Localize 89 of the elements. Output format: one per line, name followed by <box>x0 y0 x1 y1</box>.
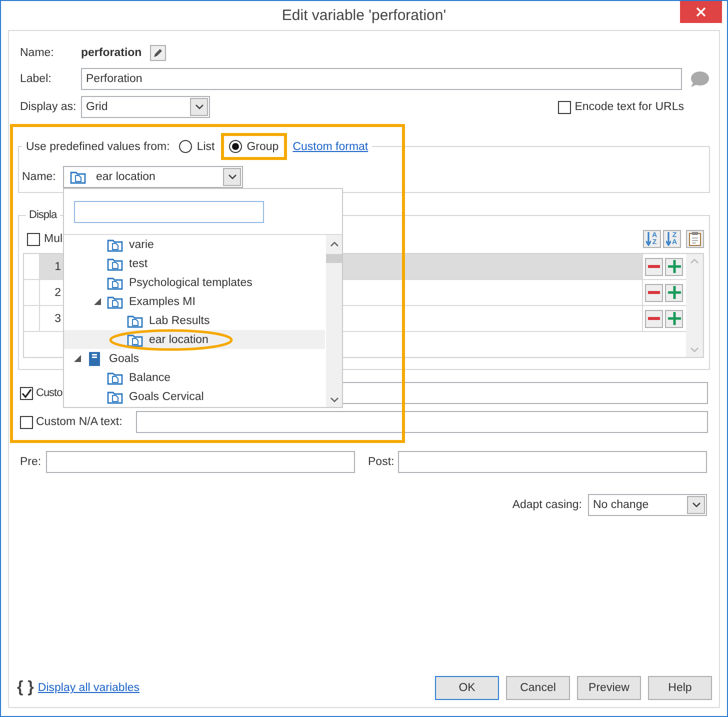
caret-down-icon <box>690 347 699 353</box>
arrow-down-icon <box>666 232 671 246</box>
clipboard-icon <box>689 232 701 246</box>
window-title: Edit variable 'perforation' <box>282 7 446 24</box>
remove-button[interactable] <box>645 258 663 276</box>
group-label: Use predefined values from: <box>26 140 170 152</box>
checkbox[interactable] <box>20 416 33 428</box>
checkbox[interactable] <box>558 100 571 114</box>
custom-format-link[interactable]: Custom format <box>292 140 368 152</box>
tree-item[interactable]: Goals <box>64 349 325 368</box>
input-field[interactable] <box>398 451 707 473</box>
field-label: Name: <box>20 47 55 59</box>
row-number: 3 <box>54 312 62 324</box>
minus-icon <box>648 291 660 294</box>
folder-icon <box>127 314 143 328</box>
row-number: 2 <box>54 286 62 298</box>
checkbox-label: Mul <box>44 233 63 245</box>
radio-button[interactable]: List <box>178 140 215 153</box>
folder-icon <box>107 256 123 270</box>
input-field[interactable] <box>46 451 355 473</box>
remove-button[interactable] <box>645 284 663 302</box>
pencil-icon <box>152 48 163 58</box>
paste-button[interactable] <box>686 230 704 248</box>
close-button[interactable] <box>680 1 722 23</box>
caret-icon <box>194 104 204 110</box>
checkbox-label: Encode text for URLs <box>574 101 684 113</box>
plus-icon <box>668 286 680 299</box>
speech-bubble-icon <box>690 70 709 88</box>
checkbox[interactable] <box>20 386 33 400</box>
caret-icon <box>692 502 700 508</box>
dropdown[interactable]: No change <box>588 494 707 516</box>
tree-item[interactable]: Balance <box>64 368 325 387</box>
folder-icon <box>107 294 123 308</box>
checkbox-label: Custo <box>36 387 62 399</box>
add-button[interactable] <box>665 284 683 302</box>
caret-icon <box>228 174 236 180</box>
dialog-button[interactable]: Preview <box>577 676 641 700</box>
display-variables-link[interactable]: Display all variables <box>38 682 140 694</box>
field-label: Adapt casing: <box>512 499 582 511</box>
close-icon <box>696 7 706 17</box>
folder-icon <box>107 390 123 404</box>
input-field[interactable] <box>136 411 708 433</box>
plus-icon <box>668 260 680 273</box>
folder-icon <box>70 170 86 184</box>
minus-icon <box>648 265 660 268</box>
scrollbar[interactable] <box>686 254 703 357</box>
dropdown[interactable]: Grid <box>81 96 210 118</box>
tree-item[interactable]: varie <box>64 235 325 254</box>
edit-button[interactable] <box>150 45 166 61</box>
expand-arrow-icon <box>94 298 100 305</box>
field-label: Label: <box>20 73 52 85</box>
arrow-down-icon <box>646 232 651 246</box>
tree-item[interactable]: test <box>64 254 325 273</box>
checkbox[interactable] <box>27 232 40 246</box>
folder-icon <box>127 332 143 346</box>
braces-icon: { } <box>17 679 34 697</box>
tree-item[interactable]: ear location <box>64 330 325 349</box>
tree-item[interactable]: Goals Cervical <box>64 387 325 406</box>
dropdown[interactable]: ear location <box>63 166 243 188</box>
expand-arrow-icon <box>74 355 80 362</box>
variable-name: perforation <box>81 47 142 59</box>
folder-icon <box>107 370 123 384</box>
search-field[interactable] <box>74 201 264 223</box>
field-label: Display as: <box>20 101 78 113</box>
book-icon <box>87 352 103 366</box>
row-number: 1 <box>54 260 62 272</box>
add-button[interactable] <box>665 258 683 276</box>
scrollbar[interactable] <box>326 235 342 407</box>
caret-up-icon <box>690 258 699 264</box>
plus-icon <box>668 312 680 325</box>
tree-item[interactable]: Lab Results <box>64 311 325 330</box>
radio-button[interactable]: Group <box>220 133 287 160</box>
checkbox-label: Custom N/A text: <box>36 416 122 428</box>
input-field[interactable]: Perforation <box>81 68 682 90</box>
field-label: Pre: <box>20 456 42 468</box>
dialog-button[interactable]: Help <box>648 676 712 700</box>
folder-icon <box>107 276 123 290</box>
add-button[interactable] <box>665 310 683 328</box>
folder-icon <box>107 238 123 252</box>
scroll-thumb[interactable] <box>326 254 342 263</box>
remove-button[interactable] <box>645 310 663 328</box>
dialog-button[interactable]: OK <box>435 676 499 700</box>
caret-up-icon <box>330 241 338 247</box>
caret-down-icon <box>330 397 338 403</box>
field-label: Name: <box>22 171 57 183</box>
field-label: Post: <box>367 456 396 468</box>
dialog-button[interactable]: Cancel <box>506 676 570 700</box>
group-label: Displa <box>29 209 57 221</box>
minus-icon <box>648 317 660 320</box>
